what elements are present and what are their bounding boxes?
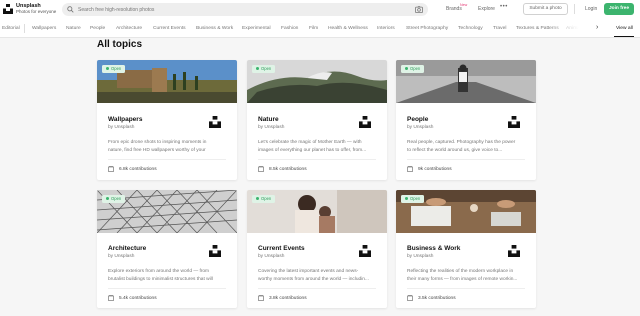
topic-nav-item[interactable]: Editorial xyxy=(2,26,20,31)
page-title: All topics xyxy=(97,39,143,50)
unsplash-avatar-icon[interactable] xyxy=(508,116,520,128)
card-title[interactable]: Business & Work xyxy=(407,245,460,252)
card-divider xyxy=(258,159,376,160)
card-description: Explore exteriors from around the world … xyxy=(108,269,213,282)
topic-nav-item[interactable]: Film xyxy=(309,26,318,31)
card-description: Covering the latest important events and… xyxy=(258,269,369,282)
unsplash-logo-icon[interactable] xyxy=(3,4,13,14)
nav-explore-link[interactable]: Explore xyxy=(478,6,495,12)
topic-nav-item[interactable]: Technology xyxy=(458,26,483,31)
image-stack-icon xyxy=(258,295,264,301)
image-stack-icon xyxy=(258,166,264,172)
card-title[interactable]: Nature xyxy=(258,116,279,123)
topic-nav-item[interactable]: Fashion xyxy=(281,26,298,31)
topic-nav-fade xyxy=(548,20,592,37)
card-author[interactable]: by Unsplash xyxy=(407,125,433,130)
top-header: Unsplash Photos for everyone Search free… xyxy=(0,0,640,20)
card-author[interactable]: by Unsplash xyxy=(258,254,284,259)
brand-tagline: Photos for everyone xyxy=(16,9,57,14)
card-divider xyxy=(108,159,226,160)
topic-cover-image[interactable]: Open xyxy=(97,60,237,103)
open-badge: Open xyxy=(401,65,425,73)
open-badge: Open xyxy=(252,65,276,73)
open-badge: Open xyxy=(102,65,126,73)
topic-nav-item[interactable]: Wallpapers xyxy=(32,26,56,31)
visual-search-icon[interactable] xyxy=(415,6,423,13)
topic-cover-image[interactable]: Open xyxy=(97,190,237,233)
topic-nav-divider xyxy=(24,24,25,33)
contribution-count: 5.4k contributions xyxy=(119,296,157,301)
topic-card-wallpapers[interactable]: Open Wallpapers by Unsplash From epic dr… xyxy=(97,60,237,180)
search-input[interactable]: Search free high-resolution photos xyxy=(78,7,154,13)
open-badge: Open xyxy=(401,195,425,203)
brand[interactable]: Unsplash Photos for everyone xyxy=(16,3,56,15)
card-description: Real people, captured. Photography has t… xyxy=(407,140,516,153)
card-description: Let's celebrate the magic of Mother Eart… xyxy=(258,140,367,153)
card-divider xyxy=(258,288,376,289)
card-title[interactable]: People xyxy=(407,116,428,123)
search-icon[interactable] xyxy=(67,6,74,13)
image-stack-icon xyxy=(407,295,413,301)
contribution-count: 3.5k contributions xyxy=(418,296,456,301)
contribution-count: 8.5k contributions xyxy=(269,167,307,172)
card-author[interactable]: by Unsplash xyxy=(108,254,134,259)
unsplash-avatar-icon[interactable] xyxy=(359,116,371,128)
image-stack-icon xyxy=(407,166,413,172)
contribution-count: 6.8k contributions xyxy=(119,167,157,172)
card-divider xyxy=(407,159,525,160)
search-bar[interactable]: Search free high-resolution photos xyxy=(62,3,428,16)
unsplash-avatar-icon[interactable] xyxy=(209,116,221,128)
topic-cover-image[interactable]: Open xyxy=(396,190,536,233)
topic-cover-image[interactable]: Open xyxy=(247,60,387,103)
unsplash-avatar-icon[interactable] xyxy=(508,245,520,257)
view-all-link[interactable]: View all xyxy=(616,26,633,31)
topic-nav-item[interactable]: Health & Wellness xyxy=(328,26,368,31)
card-author[interactable]: by Unsplash xyxy=(258,125,284,130)
login-link[interactable]: Login xyxy=(585,6,597,12)
card-description: From epic drone shots to inspiring momen… xyxy=(108,140,207,153)
topic-card-nature[interactable]: Open Nature by Unsplash Let's celebrate … xyxy=(247,60,387,180)
card-description: Reflecting the realities of the modern w… xyxy=(407,269,518,282)
topic-nav-item[interactable]: Street Photography xyxy=(406,26,448,31)
topic-nav-item[interactable]: Architecture xyxy=(116,26,142,31)
topic-nav-item[interactable]: Interiors xyxy=(377,26,395,31)
contribution-count: 9k contributions xyxy=(418,167,452,172)
topic-nav-item[interactable]: Nature xyxy=(66,26,81,31)
topic-card-architecture[interactable]: Open Architecture by Unsplash Explore ex… xyxy=(97,190,237,308)
card-divider xyxy=(407,288,525,289)
submit-photo-button[interactable]: Submit a photo xyxy=(523,3,568,15)
topic-nav: Editorial Wallpapers Nature People Archi… xyxy=(0,20,640,38)
join-free-button[interactable]: Join free xyxy=(604,3,634,15)
card-divider xyxy=(108,288,226,289)
header-divider xyxy=(574,4,575,14)
topic-nav-item[interactable]: Current Events xyxy=(153,26,186,31)
image-stack-icon xyxy=(108,295,114,301)
card-title[interactable]: Wallpapers xyxy=(108,116,142,123)
card-title[interactable]: Current Events xyxy=(258,245,305,252)
new-badge: New xyxy=(460,3,468,7)
topic-card-business-work[interactable]: Open Business & Work by Unsplash Reflect… xyxy=(396,190,536,308)
open-badge: Open xyxy=(102,195,126,203)
image-stack-icon xyxy=(108,166,114,172)
topic-nav-item[interactable]: Business & Work xyxy=(196,26,233,31)
unsplash-avatar-icon[interactable] xyxy=(209,245,221,257)
topic-card-people[interactable]: Open People by Unsplash Real people, cap… xyxy=(396,60,536,180)
card-author[interactable]: by Unsplash xyxy=(108,125,134,130)
chevron-right-icon[interactable]: › xyxy=(596,24,598,31)
topic-nav-item[interactable]: People xyxy=(90,26,105,31)
card-author[interactable]: by Unsplash xyxy=(407,254,433,259)
topic-card-current-events[interactable]: Open Current Events by Unsplash Covering… xyxy=(247,190,387,308)
topic-cover-image[interactable]: Open xyxy=(247,190,387,233)
topic-cover-image[interactable]: Open xyxy=(396,60,536,103)
open-badge: Open xyxy=(252,195,276,203)
topic-nav-item[interactable]: Experimental xyxy=(242,26,271,31)
more-menu-icon[interactable]: ••• xyxy=(500,4,508,10)
unsplash-avatar-icon[interactable] xyxy=(359,245,371,257)
card-title[interactable]: Architecture xyxy=(108,245,146,252)
active-tab-underline xyxy=(614,36,634,37)
contribution-count: 3.8k contributions xyxy=(269,296,307,301)
topic-nav-item[interactable]: Travel xyxy=(493,26,506,31)
